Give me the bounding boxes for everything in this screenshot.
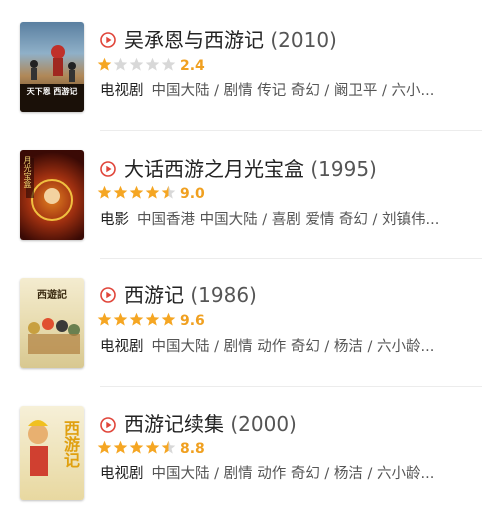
star-icon xyxy=(97,57,112,71)
movie-title[interactable]: 大话西游之月光宝盒 (1995) xyxy=(124,157,377,181)
movie-meta: 电视剧 中国大陆 / 剧情 动作 奇幻 / 杨洁 / 六小龄... xyxy=(100,337,480,357)
poster-caption: 月光宝盒 xyxy=(23,156,32,188)
rating-score: 9.0 xyxy=(180,186,205,202)
list-item[interactable]: 西游记 西游记续集 (2000) 8.8 电视剧 中国大陆 / 剧情 动作 奇幻 … xyxy=(0,384,500,512)
star-icon xyxy=(129,185,144,199)
media-type: 电影 xyxy=(100,212,129,228)
poster-image[interactable]: 天下恩 西游记 xyxy=(20,22,84,112)
rating-score: 8.8 xyxy=(180,441,205,457)
star-icon xyxy=(145,440,160,454)
list-item[interactable]: 天下恩 西游记 吴承恩与西游记 (2010) 2.4 电视剧 中国大陆 / 剧情 … xyxy=(0,0,500,128)
media-type: 电视剧 xyxy=(100,466,144,482)
star-icon xyxy=(113,185,128,199)
movie-meta: 电视剧 中国大陆 / 剧情 动作 奇幻 / 杨洁 / 六小龄... xyxy=(100,464,480,484)
movie-details: 中国大陆 / 剧情 传记 奇幻 / 阚卫平 / 六小... xyxy=(151,83,435,99)
title-text: 大话西游之月光宝盒 xyxy=(124,157,304,181)
star-icon xyxy=(161,312,176,326)
poster-caption: 西游记 xyxy=(61,420,80,468)
list-item[interactable]: 月光宝盒 大话西游之月光宝盒 (1995) 9.0 电影 中国香港 中国大陆 / … xyxy=(0,128,500,256)
movie-list: 天下恩 西游记 吴承恩与西游记 (2010) 2.4 电视剧 中国大陆 / 剧情 … xyxy=(0,0,500,500)
year-text: (1995) xyxy=(310,157,377,181)
poster-image[interactable]: 月光宝盒 xyxy=(20,150,84,240)
movie-details: 中国香港 中国大陆 / 喜剧 爱情 奇幻 / 刘镇伟... xyxy=(137,212,440,228)
star-rating xyxy=(97,312,176,328)
star-rating xyxy=(97,440,176,456)
star-rating xyxy=(97,57,176,73)
movie-meta: 电视剧 中国大陆 / 剧情 传记 奇幻 / 阚卫平 / 六小... xyxy=(100,81,480,101)
star-icon xyxy=(113,312,128,326)
title-text: 西游记 xyxy=(124,283,184,307)
poster-image[interactable]: 西遊記 xyxy=(20,278,84,368)
star-icon xyxy=(129,312,144,326)
media-type: 电视剧 xyxy=(100,83,144,99)
list-item[interactable]: 西遊記 西游记 (1986) 9.6 电视剧 中国大陆 / 剧情 动作 奇幻 / … xyxy=(0,256,500,384)
title-text: 西游记续集 xyxy=(124,412,224,436)
movie-title[interactable]: 西游记 (1986) xyxy=(124,283,257,307)
star-icon xyxy=(145,57,160,71)
media-type: 电视剧 xyxy=(100,339,144,355)
rating-score: 9.6 xyxy=(180,313,205,329)
poster-image[interactable]: 西游记 xyxy=(20,406,84,500)
poster-art xyxy=(20,45,84,112)
star-icon xyxy=(145,185,160,199)
movie-title[interactable]: 吴承恩与西游记 (2010) xyxy=(124,28,337,52)
star-icon xyxy=(161,185,176,199)
play-icon[interactable] xyxy=(100,287,116,303)
star-icon xyxy=(97,312,112,326)
movie-title[interactable]: 西游记续集 (2000) xyxy=(124,412,297,436)
star-icon xyxy=(129,57,144,71)
play-icon[interactable] xyxy=(100,32,116,48)
play-icon[interactable] xyxy=(100,417,116,433)
movie-meta: 电影 中国香港 中国大陆 / 喜剧 爱情 奇幻 / 刘镇伟... xyxy=(100,210,480,230)
star-icon xyxy=(97,185,112,199)
rating-score: 2.4 xyxy=(180,58,205,74)
star-icon xyxy=(113,57,128,71)
star-icon xyxy=(161,440,176,454)
movie-details: 中国大陆 / 剧情 动作 奇幻 / 杨洁 / 六小龄... xyxy=(151,466,435,482)
year-text: (2010) xyxy=(270,28,337,52)
star-icon xyxy=(97,440,112,454)
play-icon[interactable] xyxy=(100,161,116,177)
star-icon xyxy=(145,312,160,326)
title-text: 吴承恩与西游记 xyxy=(124,28,264,52)
year-text: (2000) xyxy=(230,412,297,436)
movie-details: 中国大陆 / 剧情 动作 奇幻 / 杨洁 / 六小龄... xyxy=(151,339,435,355)
star-icon xyxy=(161,57,176,71)
star-rating xyxy=(97,185,176,201)
star-icon xyxy=(129,440,144,454)
poster-caption: 天下恩 西游记 xyxy=(26,87,78,96)
year-text: (1986) xyxy=(190,283,257,307)
poster-caption: 西遊記 xyxy=(37,290,67,301)
star-icon xyxy=(113,440,128,454)
